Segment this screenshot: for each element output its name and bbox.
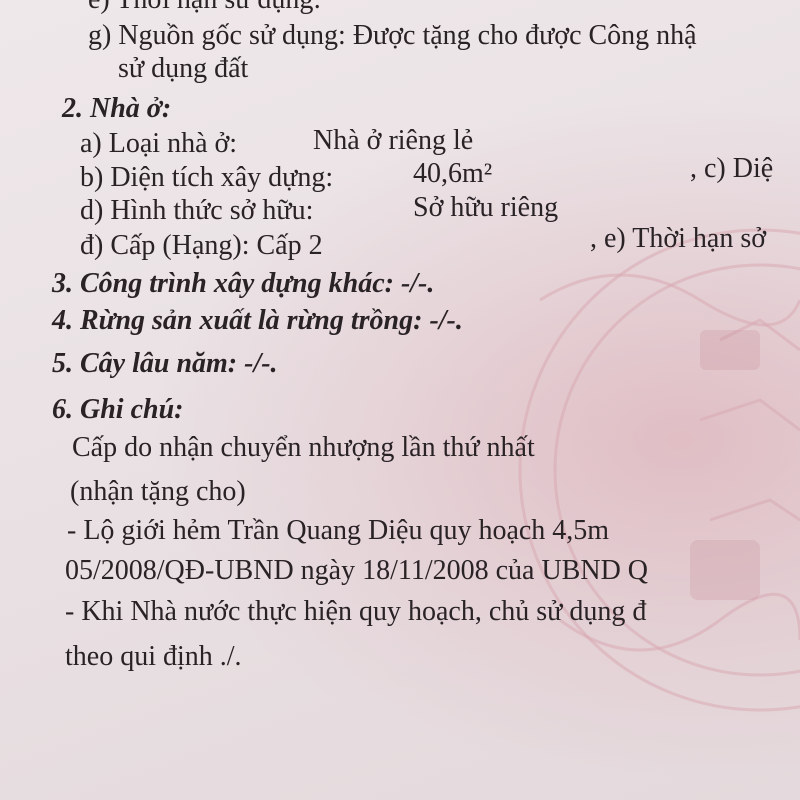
note-line: (nhận tặng cho) <box>70 476 246 507</box>
note-line: - Lộ giới hẻm Trần Quang Diệu quy hoạch … <box>67 515 610 546</box>
production-forest-line: 4. Rừng sản xuất là rừng trồng: -/-. <box>52 305 463 336</box>
other-construction-line: 3. Công trình xây dựng khác: -/-. <box>52 268 435 299</box>
land-term-line: e) Thời hạn sử dụng: <box>88 0 321 16</box>
house-grade-side: , e) Thời hạn sở <box>590 223 767 254</box>
house-area-side: , c) Diệ <box>690 153 774 184</box>
house-area-label: b) Diện tích xây dựng: <box>80 162 334 193</box>
note-line: Cấp do nhận chuyển nhượng lần thứ nhất <box>72 432 535 463</box>
certificate-page: e) Thời hạn sử dụng: g) Nguồn gốc sử dụn… <box>0 0 800 800</box>
land-origin-continuation: sử dụng đất <box>118 53 249 84</box>
note-line: 05/2008/QĐ-UBND ngày 18/11/2008 của UBND… <box>65 555 649 586</box>
house-ownership-label: d) Hình thức sở hữu: <box>80 195 314 226</box>
house-ownership-value: Sở hữu riêng <box>413 192 559 223</box>
land-origin-line: g) Nguồn gốc sử dụng: Được tặng cho được… <box>88 20 697 51</box>
notes-heading: 6. Ghi chú: <box>52 394 184 425</box>
note-line: - Khi Nhà nước thực hiện quy hoạch, chủ … <box>65 596 647 627</box>
note-line: theo qui định ./. <box>65 641 242 672</box>
house-type-label: a) Loại nhà ở: <box>80 128 238 159</box>
house-area-value: 40,6m² <box>413 158 493 189</box>
house-heading: 2. Nhà ở: <box>62 93 172 124</box>
house-grade-line: đ) Cấp (Hạng): Cấp 2 <box>80 230 323 261</box>
house-type-value: Nhà ở riêng lẻ <box>313 125 474 156</box>
perennial-trees-line: 5. Cây lâu năm: -/-. <box>52 348 278 379</box>
